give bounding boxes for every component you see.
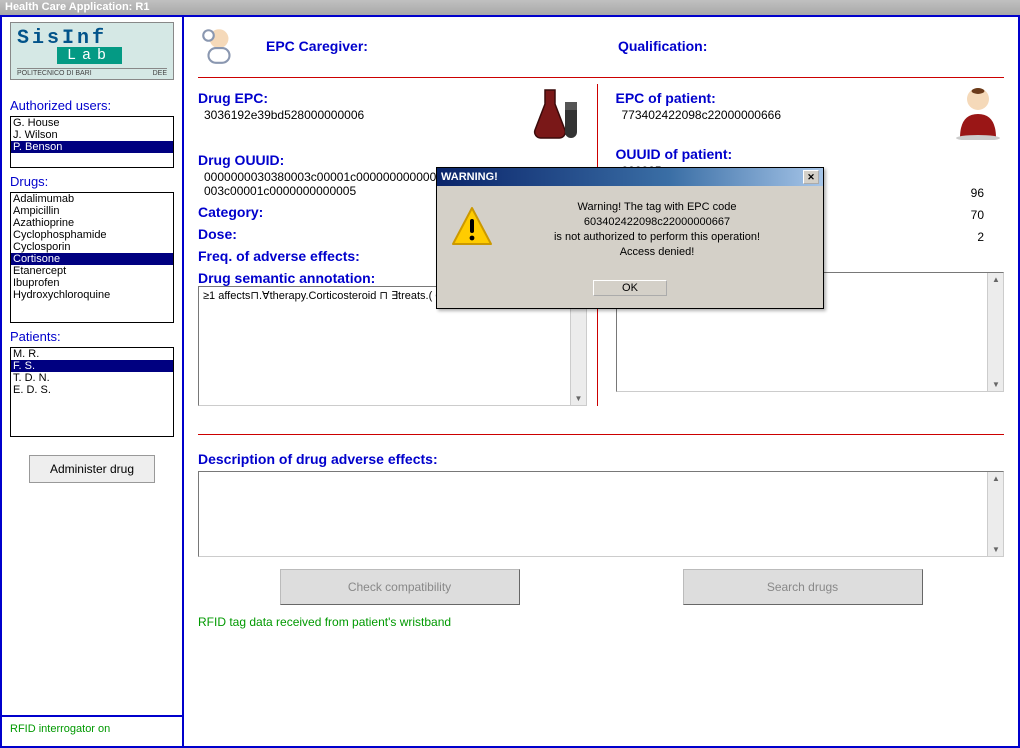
flask-icon bbox=[531, 84, 587, 146]
list-item[interactable]: Etanercept bbox=[11, 265, 173, 277]
divider bbox=[198, 434, 1004, 435]
list-item[interactable]: Cortisone bbox=[11, 253, 173, 265]
logo-footer-right: DEE bbox=[153, 70, 167, 77]
list-item[interactable]: Adalimumab bbox=[11, 193, 173, 205]
list-item[interactable]: Ibuprofen bbox=[11, 277, 173, 289]
dialog-title-bar[interactable]: WARNING! ✕ bbox=[437, 168, 823, 186]
list-item[interactable]: F. S. bbox=[11, 360, 173, 372]
list-item[interactable]: Hydroxychloroquine bbox=[11, 289, 173, 301]
weight-value: 70 bbox=[971, 208, 984, 222]
patient-epc-value: 773402422098c22000000666 bbox=[622, 108, 782, 122]
rfid-status: RFID interrogator on bbox=[2, 715, 182, 741]
list-item[interactable]: Cyclophosphamide bbox=[11, 229, 173, 241]
rfid-message: RFID tag data received from patient's wr… bbox=[198, 615, 1004, 629]
drug-epc-label: Drug EPC: bbox=[198, 90, 364, 106]
drug-ouuid-label: Drug OUUID: bbox=[198, 152, 587, 168]
ok-button[interactable]: OK bbox=[593, 280, 667, 296]
patient-ouuid-label: OUUID of patient: bbox=[616, 146, 1005, 162]
list-item[interactable]: J. Wilson bbox=[11, 129, 173, 141]
logo-subtitle: Lab bbox=[57, 47, 122, 64]
app-frame: SisInf Lab POLITECNICO DI BARI DEE Autho… bbox=[0, 15, 1020, 748]
list-item[interactable]: G. House bbox=[11, 117, 173, 129]
sidebar: SisInf Lab POLITECNICO DI BARI DEE Autho… bbox=[2, 17, 184, 746]
desc-textarea[interactable] bbox=[198, 471, 1004, 557]
patients-listbox[interactable]: M. R.F. S.T. D. N.E. D. S. bbox=[10, 347, 174, 437]
dialog-message: Warning! The tag with EPC code 603402422… bbox=[501, 200, 813, 260]
patient-icon bbox=[952, 84, 1004, 140]
caregiver-icon bbox=[198, 25, 240, 67]
desc-label: Description of drug adverse effects: bbox=[198, 451, 1004, 467]
logo-footer-left: POLITECNICO DI BARI bbox=[17, 70, 92, 77]
warning-icon bbox=[449, 204, 495, 250]
drugs-listbox[interactable]: AdalimumabAmpicillinAzathioprineCyclopho… bbox=[10, 192, 174, 323]
window-title-bar: Health Care Application: R1 bbox=[0, 0, 1020, 15]
close-icon[interactable]: ✕ bbox=[803, 170, 819, 184]
administer-drug-button[interactable]: Administer drug bbox=[29, 455, 155, 483]
divider bbox=[198, 77, 1004, 78]
age-value: 96 bbox=[971, 186, 984, 200]
scrollbar[interactable] bbox=[987, 472, 1003, 556]
patient-epc-label: EPC of patient: bbox=[616, 90, 782, 106]
users-listbox[interactable]: G. HouseJ. WilsonP. Benson bbox=[10, 116, 174, 168]
dialog-title: WARNING! bbox=[441, 171, 498, 183]
scrollbar[interactable] bbox=[987, 273, 1003, 391]
window-title: Health Care Application: R1 bbox=[5, 1, 149, 13]
list-item[interactable]: Cyclosporin bbox=[11, 241, 173, 253]
list-item[interactable]: M. R. bbox=[11, 348, 173, 360]
patients-label: Patients: bbox=[10, 329, 174, 344]
allergies-value: 2 bbox=[977, 230, 984, 244]
list-item[interactable]: Azathioprine bbox=[11, 217, 173, 229]
users-label: Authorized users: bbox=[10, 98, 174, 113]
list-item[interactable]: E. D. S. bbox=[11, 384, 173, 396]
main-panel: EPC Caregiver: Qualification: Drug EPC: … bbox=[184, 17, 1018, 746]
list-item[interactable]: P. Benson bbox=[11, 141, 173, 153]
search-drugs-button[interactable]: Search drugs bbox=[683, 569, 923, 605]
logo: SisInf Lab POLITECNICO DI BARI DEE bbox=[10, 22, 174, 80]
check-compatibility-button[interactable]: Check compatibility bbox=[280, 569, 520, 605]
drug-epc-value: 3036192e39bd528000000006 bbox=[204, 108, 364, 122]
qualification-label: Qualification: bbox=[618, 38, 707, 54]
caregiver-label: EPC Caregiver: bbox=[266, 38, 368, 54]
warning-dialog: WARNING! ✕ Warning! The tag with EPC cod… bbox=[436, 167, 824, 309]
list-item[interactable]: Ampicillin bbox=[11, 205, 173, 217]
list-item[interactable]: T. D. N. bbox=[11, 372, 173, 384]
drugs-label: Drugs: bbox=[10, 174, 174, 189]
